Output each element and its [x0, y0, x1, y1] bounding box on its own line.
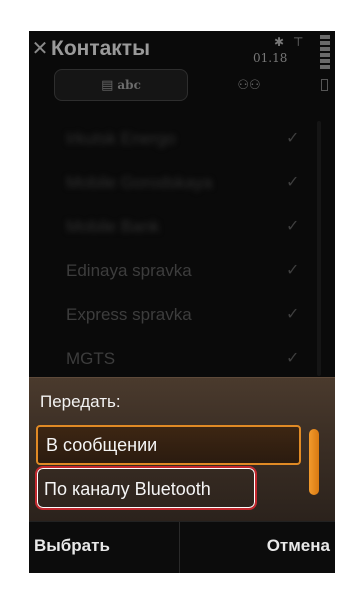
contact-name: Mobile Bank	[66, 217, 160, 236]
tab-bar: ▤ abc ⚇⚇	[54, 69, 310, 101]
contact-name: Irkutsk Energo	[66, 129, 176, 148]
clock: 01.18	[253, 51, 288, 65]
groups-icon: ⚇⚇	[237, 77, 261, 93]
softkey-bar: Выбрать Отмена	[29, 521, 335, 573]
option-via-message[interactable]: В сообщении	[36, 425, 301, 465]
tab-abc[interactable]: ▤ abc	[54, 69, 188, 101]
check-icon: ✓	[286, 128, 300, 147]
network-icon: ⊤	[293, 35, 304, 49]
check-icon: ✓	[286, 216, 300, 235]
option-label: В сообщении	[46, 434, 158, 455]
popup-title: Передать:	[40, 392, 121, 411]
page-title: Контакты	[51, 37, 151, 60]
contact-name: Express spravka	[66, 305, 192, 324]
cancel-button[interactable]: Отмена	[267, 536, 330, 556]
contact-name: Edinaya spravka	[66, 261, 192, 280]
check-icon: ✓	[286, 304, 300, 323]
signal-strength-icon	[320, 35, 330, 75]
check-icon: ✓	[286, 172, 300, 191]
contact-list-icon: ▤	[101, 77, 114, 93]
battery-icon	[321, 79, 328, 91]
divider	[179, 522, 180, 573]
tab-groups[interactable]: ⚇⚇	[188, 69, 310, 101]
popup-scrollbar[interactable]	[309, 429, 319, 495]
list-item[interactable]: Mobile Gorodskaya ✓	[29, 165, 319, 209]
option-via-bluetooth[interactable]: По каналу Bluetooth	[36, 469, 301, 509]
list-scrollbar[interactable]	[317, 121, 321, 376]
contact-name: Mobile Gorodskaya	[66, 173, 213, 192]
option-label: По каналу Bluetooth	[44, 478, 211, 499]
list-item[interactable]: Mobile Bank ✓	[29, 209, 319, 253]
list-item[interactable]: Edinaya spravka ✓	[29, 253, 319, 297]
contact-name: MGTS	[66, 349, 116, 368]
select-button[interactable]: Выбрать	[34, 536, 110, 556]
bluetooth-icon: ✱	[274, 35, 285, 49]
tab-label: abc	[117, 78, 141, 92]
check-icon: ✓	[286, 260, 300, 279]
list-item[interactable]: Irkutsk Energo ✓	[29, 121, 319, 165]
list-item[interactable]: Express spravka ✓	[29, 297, 319, 341]
title-bar: ✕ Контакты ✱ ⊤ 01.18	[29, 31, 335, 91]
check-icon: ✓	[286, 348, 300, 367]
phone-screen: ✕ Контакты ✱ ⊤ 01.18 ▤ abc ⚇⚇ Irkutsk En…	[29, 31, 335, 573]
close-icon[interactable]: ✕	[31, 38, 49, 58]
send-popup: Передать: В сообщении По каналу Bluetoot…	[29, 377, 335, 522]
